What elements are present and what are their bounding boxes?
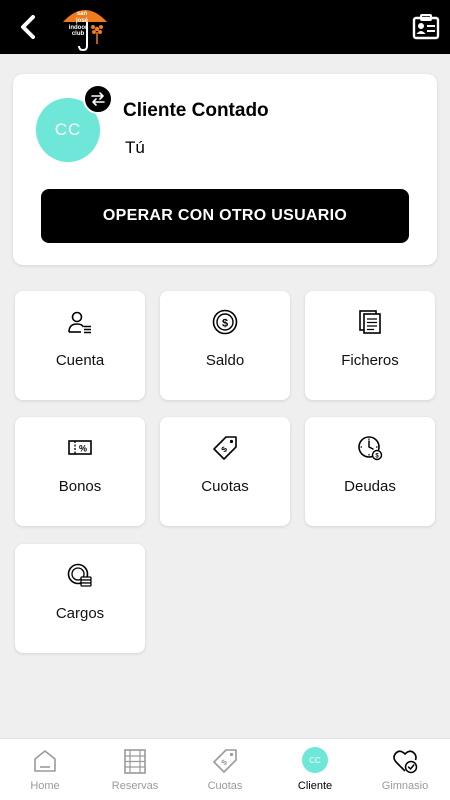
swap-arrows-icon	[91, 92, 105, 106]
svg-text:san: san	[77, 11, 88, 17]
client-subtitle: Tú	[125, 138, 145, 157]
home-icon	[34, 750, 56, 772]
tile-cargos[interactable]: Cargos	[15, 544, 145, 653]
tile-bonos[interactable]: % Bonos	[15, 417, 145, 526]
chevron-left-icon	[21, 15, 35, 39]
nav-label: Cliente	[297, 780, 333, 792]
client-name: Cliente Contado	[123, 100, 269, 121]
nav-home[interactable]: Home	[0, 739, 90, 800]
nav-cliente[interactable]: CC Cliente	[270, 739, 360, 800]
price-tag-icon: $	[213, 749, 237, 773]
tile-cuenta[interactable]: Cuenta	[15, 291, 145, 400]
nav-reservas[interactable]: Reservas	[90, 739, 180, 800]
tile-cuotas[interactable]: $ Cuotas	[160, 417, 290, 526]
voucher-icon: %	[68, 440, 92, 455]
calendar-grid-icon	[124, 749, 146, 774]
operate-other-user-button[interactable]: OPERAR CON OTRO USUARIO	[41, 189, 409, 243]
tile-label: Cargos	[55, 605, 105, 622]
avatar: CC	[302, 747, 328, 773]
tile-saldo[interactable]: $ Saldo	[160, 291, 290, 400]
user-list-icon	[68, 311, 91, 334]
nav-label: Home	[30, 780, 60, 792]
svg-text:$: $	[220, 757, 230, 767]
bottom-navigation: Home Reservas $ Cuotas CC Cliente Gimnas…	[0, 738, 450, 800]
tile-label: Saldo	[205, 352, 245, 369]
clock-coin-icon: $	[358, 436, 383, 461]
nav-label: Gimnasio	[381, 780, 429, 792]
tile-label: Cuotas	[201, 478, 249, 495]
nav-label: Cuotas	[207, 780, 243, 792]
nav-avatar-initials: CC	[309, 755, 321, 765]
tile-label: Bonos	[58, 478, 102, 495]
tile-ficheros[interactable]: Ficheros	[305, 291, 435, 400]
tile-label: Cuenta	[55, 352, 105, 369]
nav-cuotas[interactable]: $ Cuotas	[180, 739, 270, 800]
nav-gimnasio[interactable]: Gimnasio	[360, 739, 450, 800]
club-logo: san josé indoor club	[60, 2, 110, 52]
documents-icon	[359, 310, 381, 334]
profile-card: CC Cliente Contado Tú OPERAR CON OTRO US…	[13, 74, 437, 265]
tile-deudas[interactable]: $ Deudas	[305, 417, 435, 526]
coin-icon: $	[212, 309, 238, 335]
svg-text:$: $	[220, 444, 230, 454]
tile-label: Deudas	[344, 478, 396, 495]
svg-text:%: %	[79, 444, 87, 454]
id-card-icon	[412, 14, 440, 40]
svg-text:$: $	[222, 318, 228, 330]
coin-stack-icon	[67, 563, 92, 587]
heart-check-icon	[393, 750, 418, 774]
svg-text:club: club	[72, 31, 85, 37]
tile-label: Ficheros	[341, 352, 399, 369]
back-button[interactable]	[14, 12, 42, 42]
id-card-button[interactable]	[412, 14, 440, 40]
top-bar: san josé indoor club	[0, 0, 450, 54]
nav-label: Reservas	[111, 780, 159, 792]
price-tag-icon: $	[213, 436, 237, 460]
switch-user-button[interactable]	[83, 84, 113, 114]
avatar-initials: CC	[54, 120, 82, 139]
